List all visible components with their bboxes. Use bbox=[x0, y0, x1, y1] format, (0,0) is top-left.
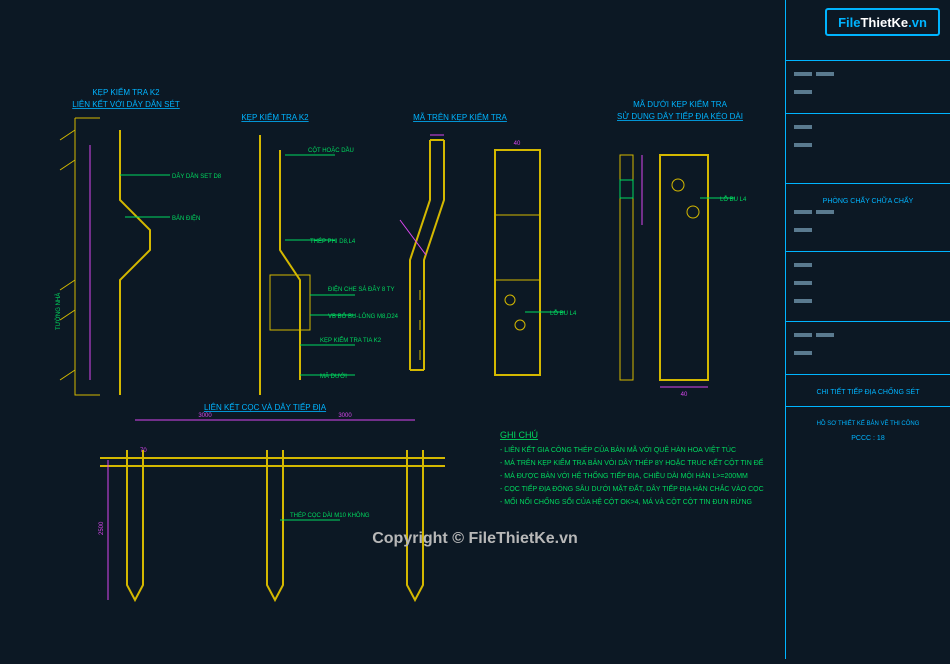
dim-70: 70 bbox=[140, 448, 147, 454]
plate-3-outline bbox=[410, 140, 444, 370]
lbl-thep-phi: THÉP PHI D8,L4 bbox=[310, 238, 356, 245]
lbl-tuong-nha: TƯỜNG NHÀ bbox=[55, 293, 62, 330]
logo: FileThietKe.vn bbox=[825, 8, 940, 36]
sb-sheet-no: PCCC : 18 bbox=[794, 435, 942, 442]
sb-sec-4 bbox=[786, 251, 950, 321]
stake-1 bbox=[127, 450, 143, 600]
lbl-ban-dien: BẢN ĐIỆN bbox=[172, 214, 200, 222]
sb-title-pccc: PHÒNG CHẤY CHỮA CHẤY bbox=[794, 198, 942, 205]
wall-hatch bbox=[60, 130, 75, 380]
title-5: LIÊN KẾT CỌC VÀ DÂY TIẾP ĐỊA bbox=[204, 402, 327, 412]
lbl-lo1: LỖ BU L4 bbox=[550, 310, 577, 317]
title-4b: SỬ DỤNG DÂY TIẾP ĐỊA KÉO DÀI bbox=[617, 111, 743, 121]
lbl-lo2: LỖ BU L4 bbox=[720, 196, 747, 203]
title-1b: LIÊN KẾT VỚI DÂY DẪN SÉT bbox=[72, 99, 180, 109]
title-block-panel: FileThietKe.vn PHÒNG CHẤY CHỮA CHẤY CHI … bbox=[785, 0, 950, 659]
lbl-maduoi: MÃ DƯỚI bbox=[320, 373, 347, 380]
note-3: - MÁ ĐƯỢC BẢN VỚI HỆ THỐNG TIẾP ĐỊA, CHI… bbox=[500, 470, 748, 480]
title-3: MÃ TRÊN KẸP KIỂM TRA bbox=[413, 113, 507, 122]
lbl-thepcoc: THÉP CỌC DÀI M10 KHÔNG bbox=[290, 512, 370, 519]
title-1a: KẸP KIỂM TRA K2 bbox=[92, 88, 160, 97]
sb-sec-6: CHI TIẾT TIẾP ĐỊA CHỐNG SÉT bbox=[786, 374, 950, 406]
note-1: - LIÊN KẾT GIA CÔNG THÉP CỦA BẢN MÃ VỚI … bbox=[500, 444, 736, 454]
clamp-box bbox=[270, 275, 310, 330]
dim-2500: 2500 bbox=[99, 521, 105, 535]
plate-4-holes-s bbox=[620, 180, 633, 198]
note-5: - MỐI NỐI CHỐNG SỔI CỦA HỆ CỘT OK>4, MÁ … bbox=[500, 496, 752, 506]
lbl-cot: CỘT HOẶC DẦU bbox=[308, 147, 354, 154]
hole-3f-1 bbox=[505, 295, 515, 305]
lbl-bulong: VB BỎ BU-LÔNG M8,D24 bbox=[328, 313, 399, 320]
dim-40-1: 40 bbox=[514, 141, 521, 147]
plate-4-side bbox=[620, 155, 633, 380]
sb-sec-5 bbox=[786, 321, 950, 374]
notes-title: GHI CHÚ bbox=[500, 430, 538, 440]
dim-3000-1: 3000 bbox=[198, 413, 212, 419]
wall-outline bbox=[75, 118, 100, 395]
cad-canvas: KẸP KIỂM TRA K2 LIÊN KẾT VỚI DÂY DẪN SÉT… bbox=[0, 0, 785, 659]
sb-sec-7: HỒ SƠ THIẾT KẾ BẢN VẼ THI CÔNG PCCC : 18 bbox=[786, 406, 950, 452]
stake-3 bbox=[407, 450, 423, 600]
sb-sec-3: PHÒNG CHẤY CHỮA CHẤY bbox=[786, 183, 950, 251]
plate-4-front bbox=[660, 155, 708, 380]
dim-40-2: 40 bbox=[681, 392, 688, 398]
note-2: - MÁ TRÊN KẸP KIỂM TRA BẢN VÒI DÂY THÉP … bbox=[500, 457, 764, 467]
watermark: Copyright © FileThietKe.vn bbox=[372, 530, 578, 548]
sb-sec-2 bbox=[786, 113, 950, 183]
conductor-1 bbox=[120, 130, 150, 395]
drawing-svg: KẸP KIỂM TRA K2 LIÊN KẾT VỚI DÂY DẪN SÉT… bbox=[0, 0, 785, 659]
lbl-dienche: ĐIỆN CHE SÁ ĐÂY 8 TY bbox=[328, 285, 394, 293]
hole-4-2 bbox=[687, 206, 699, 218]
plate-3f bbox=[495, 150, 540, 375]
ground-wire bbox=[100, 458, 445, 466]
title-2: KẸP KIỂM TRA K2 bbox=[241, 113, 309, 122]
logo-text: FileThietKe.vn bbox=[838, 15, 927, 30]
dim-3000-2: 3000 bbox=[338, 413, 352, 419]
note-4: - CỌC TIẾP ĐỊA ĐÓNG SÂU DƯỚI MẶT ĐẤT, DÂ… bbox=[500, 483, 764, 493]
hole-4-1 bbox=[672, 179, 684, 191]
title-4a: MÃ DƯỚI KẸP KIỂM TRA bbox=[633, 100, 728, 109]
stake-2 bbox=[267, 450, 283, 600]
conductor-2 bbox=[280, 150, 300, 380]
lbl-kep: KẸP KIỂM TRA TIA K2 bbox=[320, 337, 382, 344]
sb-title-detail: CHI TIẾT TIẾP ĐỊA CHỐNG SÉT bbox=[794, 389, 942, 396]
lbl-day-dan: DÂY DẪN SET D8 bbox=[172, 173, 222, 180]
sb-sec-1 bbox=[786, 60, 950, 113]
hole-3f-2 bbox=[515, 320, 525, 330]
sb-title-hoso: HỒ SƠ THIẾT KẾ BẢN VẼ THI CÔNG bbox=[794, 421, 942, 427]
